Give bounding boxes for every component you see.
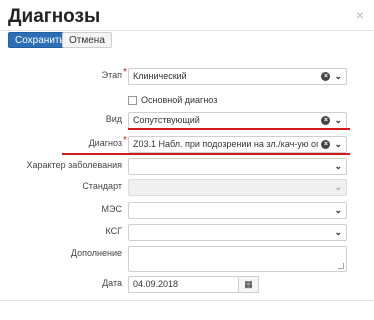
calendar-icon[interactable]: ▦ <box>239 276 259 293</box>
addition-textarea[interactable] <box>128 246 347 272</box>
standard-row: Стандарт ⌄ <box>0 179 374 197</box>
stage-label: Этап <box>101 70 122 80</box>
stage-row: Этап * Клинический × ⌄ <box>0 67 374 86</box>
main-diagnosis-label: Основной диагноз <box>141 95 218 105</box>
mes-select[interactable]: ⌄ <box>128 202 347 219</box>
disease-character-label: Характер заболевания <box>26 160 123 170</box>
chevron-down-icon[interactable]: ⌄ <box>334 159 342 174</box>
diagnoses-dialog: Диагнозы × Сохранить Отмена Этап * Клини… <box>0 0 374 320</box>
kind-select[interactable]: Сопутствующий × ⌄ <box>128 112 347 129</box>
standard-select[interactable]: ⌄ <box>128 179 347 196</box>
chevron-down-icon[interactable]: ⌄ <box>334 225 342 240</box>
diagnosis-select[interactable]: Z03.1 Набл. при подозрении на зл./кач-ую… <box>128 136 347 153</box>
diagnosis-value: Z03.1 Набл. при подозрении на зл./кач-ую… <box>133 139 333 149</box>
stage-value: Клинический <box>133 71 187 81</box>
clear-circle-icon[interactable]: × <box>321 72 331 81</box>
kind-label: Вид <box>105 114 122 124</box>
chevron-down-icon[interactable]: ⌄ <box>334 69 342 84</box>
mes-label: МЭС <box>101 204 122 214</box>
disease-character-select[interactable]: ⌄ <box>128 158 347 175</box>
highlight-underline-diagnosis <box>62 153 350 155</box>
cancel-button[interactable]: Отмена <box>62 32 112 48</box>
stage-select[interactable]: Клинический × ⌄ <box>128 68 347 85</box>
date-input[interactable]: 04.09.2018 <box>128 276 239 293</box>
ksg-row: КСГ ⌄ <box>0 224 374 242</box>
chevron-down-icon[interactable]: ⌄ <box>334 180 342 195</box>
addition-label: Дополнение <box>70 248 122 258</box>
chevron-down-icon[interactable]: ⌄ <box>334 203 342 218</box>
ksg-select[interactable]: ⌄ <box>128 224 347 241</box>
standard-label: Стандарт <box>82 181 122 191</box>
required-mark: * <box>123 67 127 78</box>
diagnosis-row: Диагноз * Z03.1 Набл. при подозрении на … <box>0 135 374 154</box>
dialog-title: Диагнозы <box>8 6 101 27</box>
chevron-down-icon[interactable]: ⌄ <box>334 137 342 152</box>
disease-character-row: Характер заболевания ⌄ <box>0 158 374 176</box>
required-mark: * <box>123 135 127 146</box>
footer-divider <box>0 300 374 301</box>
highlight-underline-kind <box>128 128 350 130</box>
diagnosis-label: Диагноз <box>88 138 122 148</box>
main-diagnosis-checkbox[interactable] <box>128 96 137 105</box>
addition-row: Дополнение <box>0 246 374 274</box>
chevron-down-icon[interactable]: ⌄ <box>334 113 342 128</box>
date-value: 04.09.2018 <box>133 279 179 289</box>
resize-grip-icon[interactable] <box>338 263 344 269</box>
clear-circle-icon[interactable]: × <box>321 140 331 149</box>
mes-row: МЭС ⌄ <box>0 202 374 220</box>
close-icon[interactable]: × <box>356 7 364 23</box>
date-row: Дата 04.09.2018 ▦ <box>0 276 374 294</box>
clear-circle-icon[interactable]: × <box>321 116 331 125</box>
kind-value: Сопутствующий <box>133 115 200 125</box>
ksg-label: КСГ <box>105 226 122 236</box>
header-divider <box>0 30 374 31</box>
date-label: Дата <box>102 278 122 288</box>
